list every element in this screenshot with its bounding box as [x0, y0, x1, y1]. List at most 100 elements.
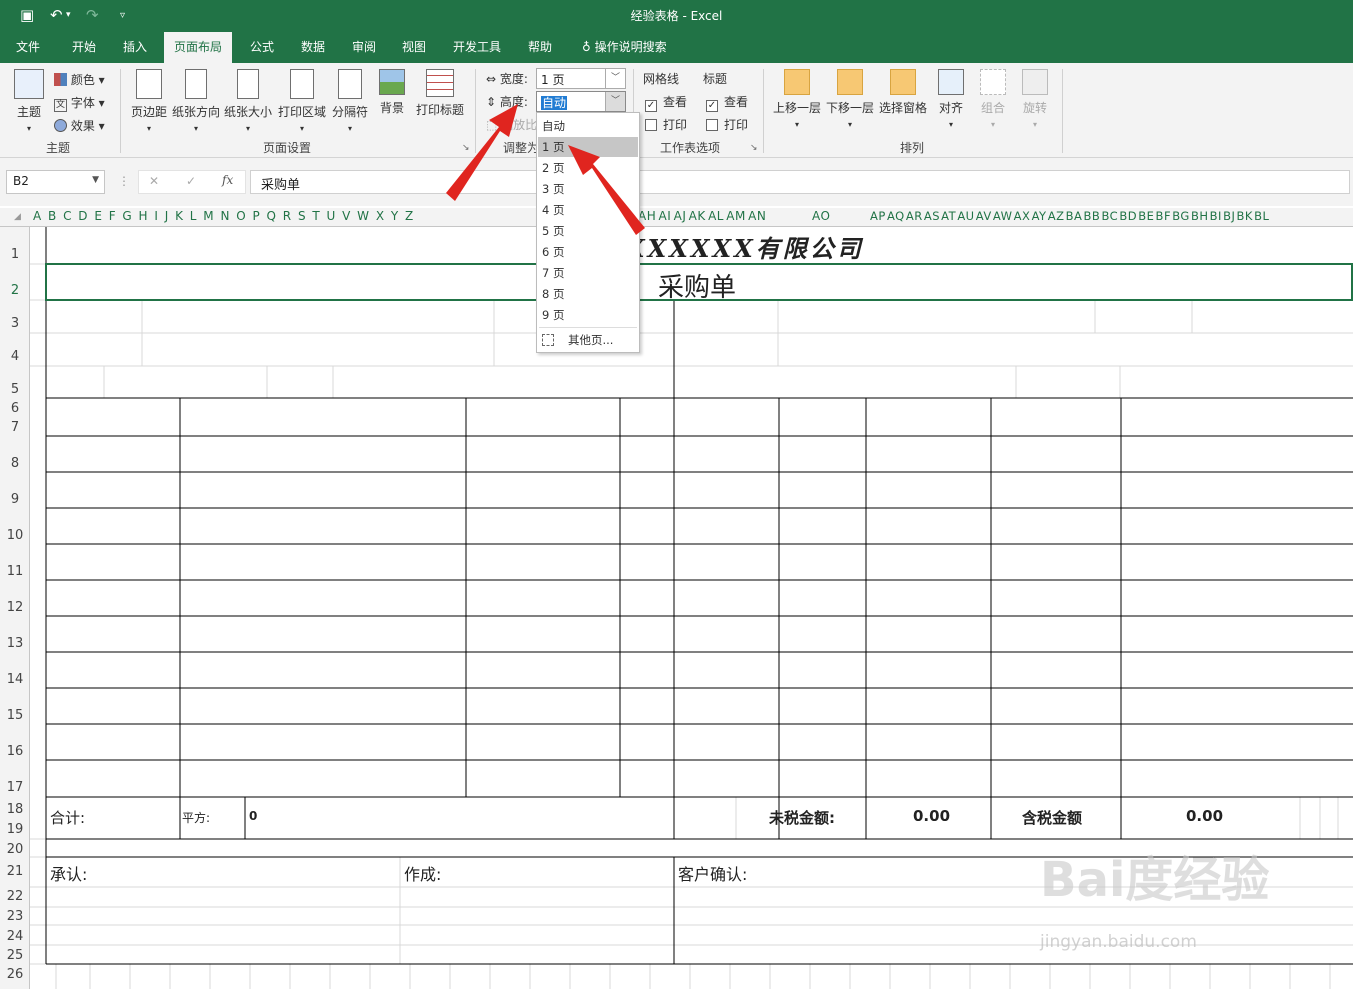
- row-number[interactable]: 8: [0, 456, 30, 471]
- print-area-button[interactable]: 打印区域 ▾: [277, 69, 327, 134]
- tab-view[interactable]: 视图: [392, 32, 436, 63]
- themes-button[interactable]: 主题 ▾: [10, 69, 48, 134]
- height-combo[interactable]: 自动 ﹀: [536, 91, 626, 112]
- column-labels-mid[interactable]: AH AI AJ AK AL AM AN: [638, 209, 766, 223]
- row-number[interactable]: 10: [0, 528, 30, 543]
- row-number[interactable]: 12: [0, 600, 30, 615]
- bring-forward-icon: [784, 69, 810, 95]
- row-number[interactable]: 9: [0, 492, 30, 507]
- row-number[interactable]: 1: [0, 247, 30, 262]
- row-number[interactable]: 3: [0, 316, 30, 331]
- row-number[interactable]: 14: [0, 672, 30, 687]
- row-number[interactable]: 6: [0, 401, 30, 416]
- baidu-watermark: Bai度经验: [1040, 852, 1270, 908]
- row-number[interactable]: 16: [0, 744, 30, 759]
- gridlines-print-checkbox[interactable]: 打印: [645, 116, 687, 133]
- dropdown-item-7-pages[interactable]: 7 页: [538, 263, 638, 283]
- dropdown-item-8-pages[interactable]: 8 页: [538, 284, 638, 304]
- tab-data[interactable]: 数据: [291, 32, 335, 63]
- tab-review[interactable]: 审阅: [342, 32, 386, 63]
- approve-label-cell[interactable]: 承认:: [50, 861, 87, 885]
- dropdown-item-6-pages[interactable]: 6 页: [538, 242, 638, 262]
- tab-page-layout[interactable]: 页面布局: [164, 32, 233, 63]
- chevron-down-icon[interactable]: ﹀: [605, 92, 625, 111]
- column-labels-right[interactable]: AP AQ AR AS AT AU AV AW AX AY AZ BA BB B…: [870, 209, 1269, 223]
- size-button[interactable]: 纸张大小 ▾: [224, 69, 272, 134]
- selection-pane-button[interactable]: 选择窗格: [878, 69, 928, 116]
- chevron-down-icon[interactable]: ▼: [92, 175, 99, 185]
- row-number[interactable]: 22: [0, 889, 30, 904]
- orientation-button[interactable]: 纸张方向 ▾: [172, 69, 220, 134]
- page-setup-launcher-icon[interactable]: ↘: [462, 143, 470, 153]
- background-button[interactable]: 背景: [375, 69, 409, 116]
- gridlines-view-checkbox[interactable]: ✓ 查看: [645, 93, 687, 112]
- made-by-label-cell[interactable]: 作成:: [404, 861, 441, 885]
- dropdown-item-auto[interactable]: 自动: [538, 116, 638, 136]
- ribbon-separator: [475, 69, 476, 153]
- tab-help[interactable]: 帮助: [518, 32, 562, 63]
- tab-home[interactable]: 开始: [62, 32, 106, 63]
- cancel-icon[interactable]: ✕: [149, 174, 159, 188]
- tab-insert[interactable]: 插入: [113, 32, 157, 63]
- row-number[interactable]: 20: [0, 842, 30, 857]
- print-titles-button[interactable]: 打印标题: [413, 69, 467, 118]
- dropdown-item-1-page[interactable]: 1 页: [538, 137, 638, 157]
- order-title-cell[interactable]: 采购单: [658, 267, 736, 304]
- enter-icon[interactable]: ✓: [186, 174, 196, 188]
- column-labels-left[interactable]: A B C D E F G H I J K L M N O P Q R S T …: [33, 209, 414, 223]
- area-label-cell[interactable]: 平方:: [182, 809, 210, 826]
- headings-view-checkbox[interactable]: ✓ 查看: [706, 93, 748, 112]
- dropdown-item-5-pages[interactable]: 5 页: [538, 221, 638, 241]
- area-value-cell[interactable]: 0: [249, 809, 257, 823]
- height-dropdown-list[interactable]: 自动 1 页 2 页 3 页 4 页 5 页 6 页 7 页 8 页 9 页 其…: [536, 112, 640, 353]
- chevron-down-icon[interactable]: ﹀: [605, 69, 625, 88]
- fonts-button[interactable]: 文 字体 ▾: [54, 94, 105, 112]
- customer-confirm-label-cell[interactable]: 客户确认:: [678, 861, 747, 885]
- pre-tax-value-cell[interactable]: 0.00: [913, 807, 950, 825]
- bring-forward-button[interactable]: 上移一层 ▾: [772, 69, 822, 130]
- name-box[interactable]: B2 ▼: [6, 170, 105, 194]
- row-number[interactable]: 4: [0, 349, 30, 364]
- tab-file[interactable]: 文件: [6, 32, 50, 63]
- headings-print-checkbox[interactable]: 打印: [706, 116, 748, 133]
- select-all-icon[interactable]: ◢: [14, 212, 21, 222]
- pre-tax-label-cell[interactable]: 未税金额:: [769, 807, 835, 828]
- formula-input[interactable]: 采购单: [250, 170, 1350, 194]
- total-label-cell[interactable]: 合计:: [50, 807, 85, 828]
- sheet-options-launcher-icon[interactable]: ↘: [750, 143, 758, 153]
- row-number[interactable]: 15: [0, 708, 30, 723]
- insert-function-icon[interactable]: fx: [222, 173, 233, 187]
- row-number[interactable]: 13: [0, 636, 30, 651]
- tax-incl-value-cell[interactable]: 0.00: [1186, 807, 1223, 825]
- column-label-ao[interactable]: AO: [812, 209, 830, 223]
- row-number[interactable]: 11: [0, 564, 30, 579]
- row-number[interactable]: 23: [0, 909, 30, 924]
- dropdown-item-3-pages[interactable]: 3 页: [538, 179, 638, 199]
- row-number[interactable]: 21: [0, 864, 30, 879]
- row-number[interactable]: 26: [0, 967, 30, 982]
- row-number[interactable]: 5: [0, 382, 30, 397]
- row-number[interactable]: 19: [0, 822, 30, 837]
- send-backward-button[interactable]: 下移一层 ▾: [825, 69, 875, 130]
- row-number[interactable]: 25: [0, 948, 30, 963]
- dropdown-item-2-pages[interactable]: 2 页: [538, 158, 638, 178]
- row-number[interactable]: 7: [0, 420, 30, 435]
- breaks-button[interactable]: 分隔符 ▾: [331, 69, 369, 134]
- dropdown-item-more-pages[interactable]: 其他页...: [538, 330, 638, 350]
- row-number[interactable]: 18: [0, 802, 30, 817]
- tab-developer[interactable]: 开发工具: [443, 32, 511, 63]
- company-name-cell[interactable]: XXXXXX有限公司: [626, 229, 864, 264]
- align-button[interactable]: 对齐 ▾: [934, 69, 968, 130]
- row-number[interactable]: 24: [0, 929, 30, 944]
- dropdown-item-9-pages[interactable]: 9 页: [538, 305, 638, 325]
- tell-me-search[interactable]: ♁ 操作说明搜索: [572, 32, 677, 63]
- row-number[interactable]: 17: [0, 780, 30, 795]
- row-number[interactable]: 2: [0, 283, 30, 298]
- margins-button[interactable]: 页边距 ▾: [130, 69, 168, 134]
- tax-incl-label-cell[interactable]: 含税金额: [1022, 807, 1082, 828]
- dropdown-item-4-pages[interactable]: 4 页: [538, 200, 638, 220]
- tab-formulas[interactable]: 公式: [240, 32, 284, 63]
- colors-button[interactable]: 颜色 ▾: [54, 71, 105, 88]
- width-combo[interactable]: 1 页 ﹀: [536, 68, 626, 89]
- effects-button[interactable]: 效果 ▾: [54, 117, 105, 134]
